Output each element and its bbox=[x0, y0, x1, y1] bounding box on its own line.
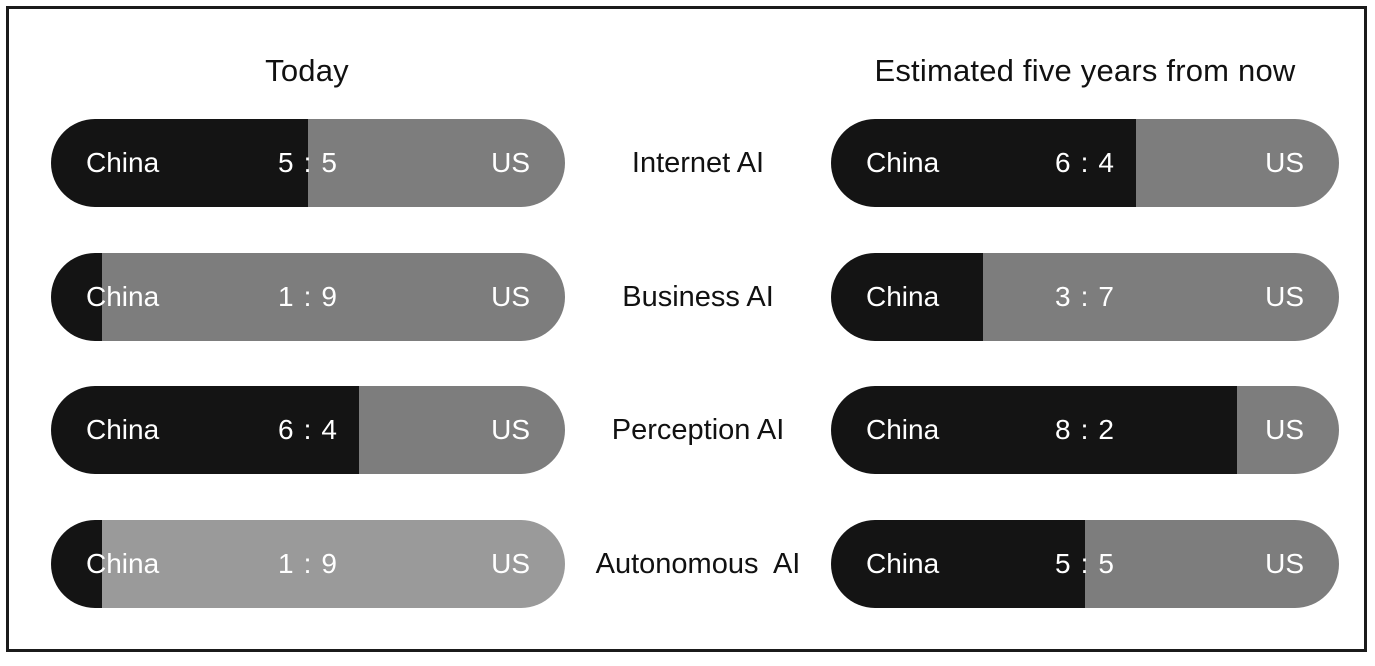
ratio-us-value: 4 bbox=[1098, 147, 1115, 178]
category-label-internet-ai: Internet AI bbox=[631, 147, 765, 179]
column-heading-today: Today bbox=[265, 53, 349, 88]
bar-today-perception-ai: China 6:4 US bbox=[51, 386, 565, 474]
ratio-label: 1:9 bbox=[51, 253, 565, 341]
ratio-label: 5:5 bbox=[831, 520, 1339, 608]
ratio-china-value: 5 bbox=[1055, 548, 1072, 579]
ratio-separator: : bbox=[303, 414, 313, 445]
chart-frame: Today Estimated five years from now Chin… bbox=[6, 6, 1367, 652]
ratio-label: 5:5 bbox=[51, 119, 565, 207]
ratio-china-value: 8 bbox=[1055, 414, 1072, 445]
ratio-separator: : bbox=[1080, 147, 1090, 178]
bar-today-business-ai: China 1:9 US bbox=[51, 253, 565, 341]
us-label: US bbox=[1265, 147, 1304, 178]
ratio-separator: : bbox=[303, 548, 313, 579]
category-label-perception-ai: Perception AI bbox=[611, 414, 785, 446]
ratio-us-value: 9 bbox=[321, 548, 338, 579]
us-label: US bbox=[491, 147, 530, 178]
ratio-label: 1:9 bbox=[51, 520, 565, 608]
ratio-us-value: 9 bbox=[321, 281, 338, 312]
bar-future-autonomous-ai: China 5:5 US bbox=[831, 520, 1339, 608]
us-label: US bbox=[491, 281, 530, 312]
us-label: US bbox=[491, 414, 530, 445]
ratio-china-value: 6 bbox=[1055, 147, 1072, 178]
us-label: US bbox=[1265, 414, 1304, 445]
ratio-label: 6:4 bbox=[831, 119, 1339, 207]
ratio-label: 3:7 bbox=[831, 253, 1339, 341]
category-label-business-ai: Business AI bbox=[622, 281, 774, 313]
us-label: US bbox=[491, 548, 530, 579]
ratio-china-value: 1 bbox=[278, 281, 295, 312]
ratio-us-value: 7 bbox=[1098, 281, 1115, 312]
column-heading-future: Estimated five years from now bbox=[874, 53, 1296, 88]
ratio-china-value: 6 bbox=[278, 414, 295, 445]
bar-today-autonomous-ai: China 1:9 US bbox=[51, 520, 565, 608]
ratio-us-value: 4 bbox=[321, 414, 338, 445]
ratio-china-value: 1 bbox=[278, 548, 295, 579]
ratio-us-value: 5 bbox=[1098, 548, 1115, 579]
ratio-label: 8:2 bbox=[831, 386, 1339, 474]
ratio-separator: : bbox=[1080, 281, 1090, 312]
ratio-china-value: 5 bbox=[278, 147, 295, 178]
us-label: US bbox=[1265, 548, 1304, 579]
bar-today-internet-ai: China 5:5 US bbox=[51, 119, 565, 207]
category-label-autonomous-ai: Autonomous AI bbox=[595, 548, 801, 580]
ratio-separator: : bbox=[1080, 548, 1090, 579]
ratio-separator: : bbox=[1080, 414, 1090, 445]
us-label: US bbox=[1265, 281, 1304, 312]
bar-future-business-ai: China 3:7 US bbox=[831, 253, 1339, 341]
bar-future-perception-ai: China 8:2 US bbox=[831, 386, 1339, 474]
bar-future-internet-ai: China 6:4 US bbox=[831, 119, 1339, 207]
ratio-label: 6:4 bbox=[51, 386, 565, 474]
ratio-china-value: 3 bbox=[1055, 281, 1072, 312]
ratio-separator: : bbox=[303, 281, 313, 312]
ratio-us-value: 5 bbox=[321, 147, 338, 178]
ratio-us-value: 2 bbox=[1098, 414, 1115, 445]
ratio-separator: : bbox=[303, 147, 313, 178]
